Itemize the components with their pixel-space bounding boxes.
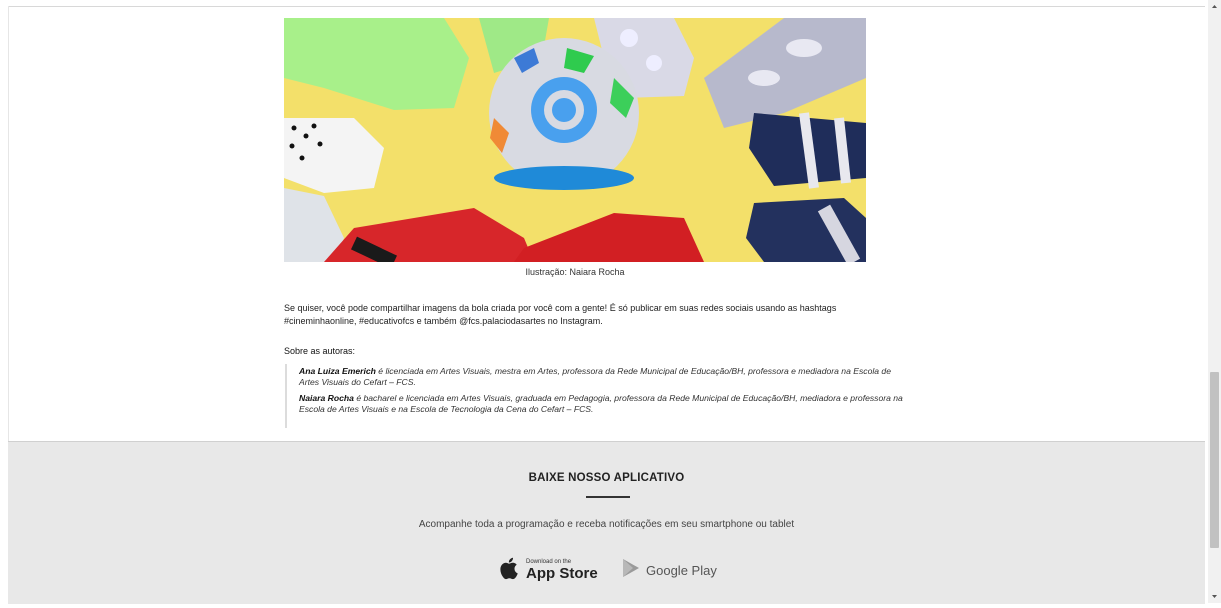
author-bio: Ana Luiza Emerich é licenciada em Artes … xyxy=(299,366,905,388)
google-play-label: Google Play xyxy=(646,562,717,578)
author-bio: Naiara Rocha é bacharel e licenciada em … xyxy=(299,393,905,415)
app-store-text: Download on the App Store xyxy=(526,559,598,582)
top-divider xyxy=(8,6,1205,7)
authors-heading: Sobre as autoras: xyxy=(284,346,356,356)
author-name: Naiara Rocha xyxy=(299,393,354,403)
footer-title-underline xyxy=(586,496,630,498)
app-download-footer: BAIXE NOSSO APLICATIVO Acompanhe toda a … xyxy=(8,441,1205,604)
apple-icon xyxy=(500,556,520,585)
scroll-up-arrow-icon[interactable] xyxy=(1208,0,1221,13)
footer-subtitle: Acompanhe toda a programação e receba no… xyxy=(418,519,795,530)
scrollbar-thumb[interactable] xyxy=(1210,372,1219,548)
image-caption: Ilustração: Naiara Rocha xyxy=(525,267,625,277)
scroll-down-arrow-icon[interactable] xyxy=(1208,590,1221,603)
google-play-button[interactable]: Google Play xyxy=(622,554,717,586)
authors-blockquote: Ana Luiza Emerich é licenciada em Artes … xyxy=(285,364,905,428)
author-bio-text: é bacharel e licenciada em Artes Visuais… xyxy=(299,393,903,414)
author-name: Ana Luiza Emerich xyxy=(299,366,376,376)
content-left-border xyxy=(8,6,9,441)
article-paragraph: Se quiser, você pode compartilhar imagen… xyxy=(284,303,837,326)
app-store-label: App Store xyxy=(526,564,598,582)
vertical-scrollbar[interactable] xyxy=(1208,0,1221,603)
article-image xyxy=(284,18,866,262)
footer-title: BAIXE NOSSO APLICATIVO xyxy=(528,472,685,484)
author-bio-text: é licenciada em Artes Visuais, mestra em… xyxy=(299,366,891,387)
app-store-button[interactable]: Download on the App Store xyxy=(500,554,598,586)
google-play-icon xyxy=(622,558,640,583)
